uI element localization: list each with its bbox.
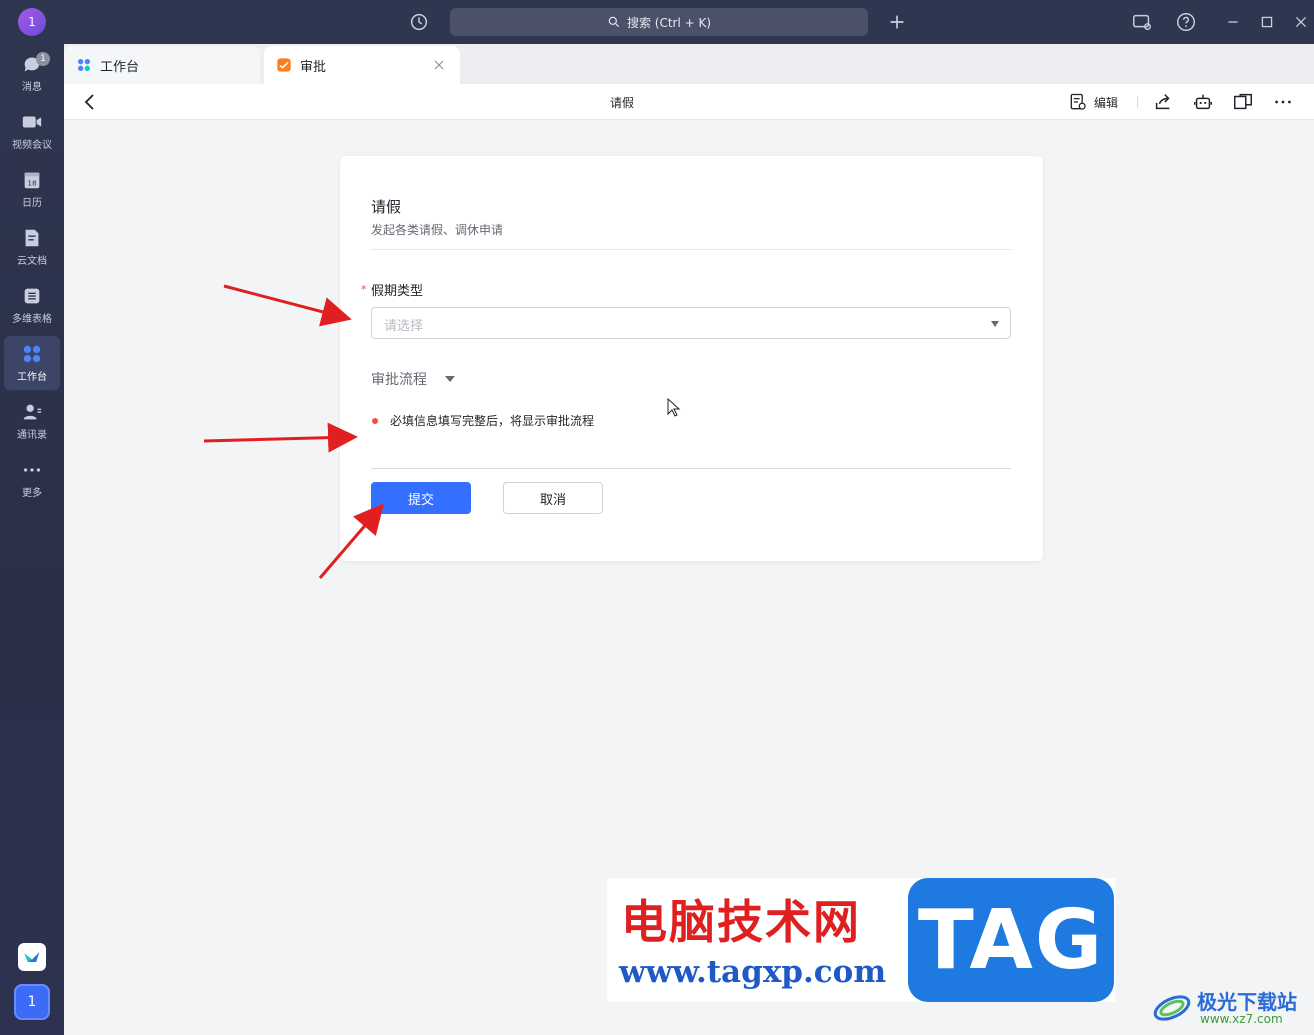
contacts-icon <box>23 404 42 420</box>
sidebar-item-label: 消息 <box>22 82 42 93</box>
tab-approval[interactable]: 审批 <box>264 46 460 84</box>
svg-text:18: 18 <box>27 179 37 188</box>
close-window-icon[interactable] <box>1290 11 1312 33</box>
title-bar: 搜索 (Ctrl + K) <box>64 0 1314 44</box>
submit-button[interactable]: 提交 <box>371 482 471 514</box>
user-avatar[interactable]: 1 <box>18 8 46 36</box>
header-divider <box>1137 96 1138 108</box>
leave-type-label: 假期类型 <box>371 284 424 299</box>
aurora-logo-icon <box>1153 995 1191 1021</box>
sidebar-item-label: 通讯录 <box>17 430 47 441</box>
sidebar-item-workspace[interactable]: 工作台 <box>4 336 60 390</box>
video-camera-icon <box>22 116 42 128</box>
dropdown-caret-icon <box>991 321 999 327</box>
mouse-cursor-icon <box>667 398 681 417</box>
corner-watermark: 极光下载站 www.xz7.com <box>1150 982 1310 1030</box>
search-icon <box>608 16 620 28</box>
sidebar-item-video-meeting[interactable]: 视频会议 <box>4 104 60 158</box>
sidebar-item-messages[interactable]: 1 消息 <box>4 46 60 100</box>
notification-center-icon[interactable] <box>1131 11 1153 33</box>
page-title: 请假 <box>609 96 634 110</box>
new-tab-plus-icon[interactable] <box>886 11 908 33</box>
edit-form-icon <box>1070 93 1086 110</box>
edit-label: 编辑 <box>1094 95 1119 110</box>
search-placeholder: 搜索 (Ctrl + K) <box>626 15 712 30</box>
cancel-button[interactable]: 取消 <box>503 482 603 514</box>
leave-type-select[interactable]: 请选择 <box>371 307 1011 339</box>
account-switcher-button[interactable]: 1 <box>14 984 50 1020</box>
caret-down-icon[interactable] <box>444 375 456 383</box>
sidebar-item-label: 日历 <box>22 198 42 209</box>
app-shortcut-button[interactable] <box>18 943 46 971</box>
corner-watermark-url: www.xz7.com <box>1200 1012 1283 1026</box>
select-placeholder: 请选择 <box>384 319 424 334</box>
app-logo-icon <box>24 952 40 962</box>
approval-flow-toggle[interactable]: 审批流程 <box>371 369 427 389</box>
left-sidebar: 1 1 消息 视频会议 18 日历 云文档 多维表格 工作台 通讯录 更多 1 <box>0 0 64 1035</box>
document-icon <box>25 229 39 247</box>
minimize-icon[interactable] <box>1222 11 1244 33</box>
required-mark: * <box>361 283 367 296</box>
tab-workspace[interactable]: 工作台 <box>64 46 260 84</box>
unread-badge: 1 <box>36 52 50 66</box>
workspace-grid-icon <box>78 59 90 71</box>
table-icon <box>24 288 40 304</box>
history-icon[interactable] <box>408 11 430 33</box>
form-footer-divider <box>371 468 1011 469</box>
sidebar-item-label: 更多 <box>22 488 42 499</box>
leave-request-form: 请假 发起各类请假、调休申请 * 假期类型 请选择 审批流程 必填信息填写完整后… <box>340 156 1043 561</box>
watermark-banner: 电脑技术网 www.tagxp.com TAG <box>607 878 1115 1002</box>
sidebar-item-calendar[interactable]: 18 日历 <box>4 162 60 216</box>
global-search-bar[interactable]: 搜索 (Ctrl + K) <box>450 8 868 36</box>
close-tab-icon[interactable] <box>432 58 446 72</box>
tab-label: 审批 <box>300 59 327 75</box>
calendar-icon: 18 <box>24 172 40 189</box>
approval-app-icon <box>277 58 291 72</box>
sidebar-item-more[interactable]: 更多 <box>4 452 60 506</box>
sidebar-item-contacts[interactable]: 通讯录 <box>4 394 60 448</box>
watermark-cn-text: 电脑技术网 <box>621 895 861 949</box>
maximize-icon[interactable] <box>1256 11 1278 33</box>
workspace-grid-icon <box>23 345 41 363</box>
robot-icon[interactable] <box>1192 91 1214 113</box>
corner-watermark-cn: 极光下载站 <box>1197 990 1297 1014</box>
sidebar-item-label: 多维表格 <box>12 314 52 325</box>
watermark-tag-logo: TAG <box>908 878 1114 1002</box>
watermark-url: www.tagxp.com <box>619 954 887 990</box>
edit-button[interactable]: 编辑 <box>1068 91 1118 113</box>
tab-label: 工作台 <box>100 59 140 75</box>
help-icon[interactable] <box>1175 11 1197 33</box>
share-icon[interactable] <box>1152 91 1174 113</box>
form-subtitle: 发起各类请假、调休申请 <box>371 223 504 237</box>
tab-bar: 工作台 审批 <box>64 44 1314 84</box>
sidebar-item-label: 视频会议 <box>12 140 52 151</box>
sidebar-item-bitable[interactable]: 多维表格 <box>4 278 60 332</box>
approval-flow-hint: 必填信息填写完整后，将显示审批流程 <box>390 414 595 428</box>
more-dots-icon <box>23 468 41 472</box>
sidebar-item-label: 工作台 <box>17 372 47 383</box>
new-window-icon[interactable] <box>1232 91 1254 113</box>
sidebar-item-cloud-docs[interactable]: 云文档 <box>4 220 60 274</box>
page-header: 请假 编辑 <box>64 84 1314 120</box>
sidebar-item-label: 云文档 <box>17 256 47 267</box>
more-options-icon[interactable] <box>1272 91 1294 113</box>
form-title: 请假 <box>371 198 402 216</box>
status-dot <box>372 418 378 424</box>
form-divider <box>371 249 1011 250</box>
